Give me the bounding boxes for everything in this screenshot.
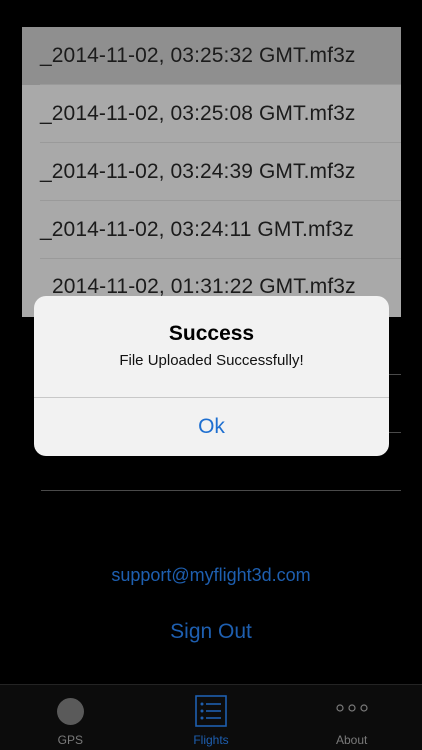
support-email-link[interactable]: support@myflight3d.com bbox=[0, 565, 422, 586]
file-row[interactable]: _2014-11-02, 03:24:11 GMT.mf3z bbox=[22, 201, 401, 259]
file-name: _2014-11-02, 03:25:08 GMT.mf3z bbox=[40, 102, 356, 125]
tab-label: About bbox=[336, 733, 368, 747]
file-row[interactable]: _2014-11-02, 03:24:39 GMT.mf3z bbox=[22, 143, 401, 201]
flight-file-list: _2014-11-02, 03:25:32 GMT.mf3z _2014-11-… bbox=[22, 27, 401, 317]
more-dots-icon bbox=[336, 704, 368, 712]
tab-label: GPS bbox=[57, 733, 83, 747]
file-row[interactable]: _2014-11-02, 03:25:08 GMT.mf3z bbox=[22, 85, 401, 143]
list-icon bbox=[195, 695, 227, 727]
success-alert-dialog: Success File Uploaded Successfully! Ok bbox=[34, 296, 389, 456]
file-name: _2014-11-02, 03:24:11 GMT.mf3z bbox=[40, 218, 354, 241]
tab-gps[interactable]: GPS bbox=[0, 685, 141, 750]
gps-circle-icon bbox=[56, 698, 84, 725]
tab-about[interactable]: About bbox=[281, 685, 422, 750]
alert-title: Success bbox=[168, 322, 255, 345]
ok-button[interactable]: Ok bbox=[34, 398, 389, 456]
file-name: _2014-11-02, 03:25:32 GMT.mf3z bbox=[40, 44, 356, 67]
tab-flights[interactable]: Flights bbox=[141, 685, 282, 750]
alert-message: File Uploaded Successfully! bbox=[119, 352, 304, 369]
empty-row-separator bbox=[41, 490, 401, 491]
tab-bar: GPS Flights About bbox=[0, 684, 422, 750]
tab-label: Flights bbox=[193, 733, 229, 747]
sign-out-button[interactable]: Sign Out bbox=[0, 620, 422, 644]
file-row[interactable]: _2014-11-02, 03:25:32 GMT.mf3z bbox=[22, 27, 401, 85]
file-name: _2014-11-02, 03:24:39 GMT.mf3z bbox=[40, 160, 356, 183]
app-screen: _2014-11-02, 03:25:32 GMT.mf3z _2014-11-… bbox=[0, 0, 422, 750]
